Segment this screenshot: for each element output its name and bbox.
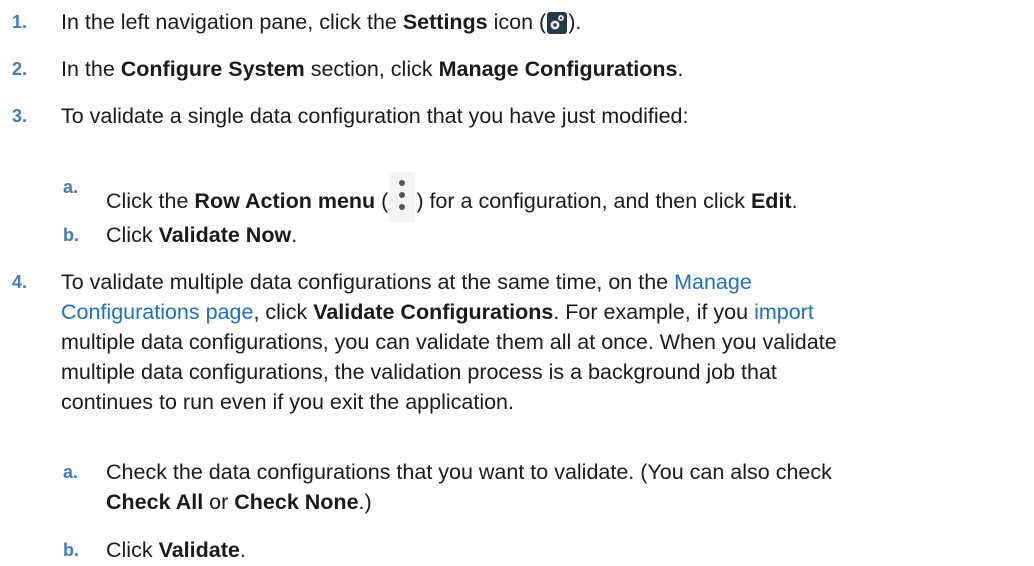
edit-label: Edit — [750, 189, 792, 213]
instructions-document: 1. In the left navigation pane, click th… — [0, 0, 1034, 566]
row-action-menu-label: Row Action menu — [194, 189, 376, 213]
manage-configurations-page-link[interactable]: Manage — [674, 270, 752, 294]
step-4-line-4: multiple data configurations, the valida… — [61, 360, 777, 384]
step-number: 1. — [12, 12, 28, 32]
step-4-line-3: multiple data configurations, you can va… — [61, 330, 837, 354]
validate-configurations-label: Validate Configurations — [313, 300, 554, 324]
step-number: 2. — [12, 59, 28, 79]
step-text: To validate a single data configuration … — [61, 104, 689, 128]
manage-configurations-label: Manage Configurations — [438, 57, 678, 81]
substep-text: Click Validate. — [106, 538, 246, 562]
substep-letter: a. — [63, 177, 79, 197]
validate-now-label: Validate Now — [158, 223, 292, 247]
import-link[interactable]: import — [754, 300, 814, 324]
substep-text: Click the Row Action menu () for a confi… — [106, 172, 1034, 222]
validate-label: Validate — [158, 538, 240, 562]
ellipsis-dot — [399, 204, 406, 210]
ellipsis-dot — [399, 180, 406, 186]
substep-letter: b. — [63, 540, 79, 560]
substep-letter: a. — [63, 462, 79, 482]
step-number: 3. — [12, 106, 28, 126]
step-text: In the Configure System section, click M… — [61, 57, 684, 81]
step-4-line-2: Configurations page, click Validate Conf… — [61, 300, 814, 324]
vertical-ellipsis-icon — [389, 172, 416, 222]
substep-text: Check the data configurations that you w… — [106, 460, 832, 514]
settings-gear-icon — [547, 12, 568, 34]
step-text: To validate multiple data configurations… — [61, 267, 1034, 417]
step-4-line-1: To validate multiple data configurations… — [61, 270, 752, 294]
step-number: 4. — [12, 272, 28, 292]
configure-system-label: Configure System — [120, 57, 305, 81]
settings-label: Settings — [402, 10, 488, 34]
step-4-line-5: continues to run even if you exit the ap… — [61, 390, 514, 414]
check-none-label: Check None — [234, 490, 359, 514]
step-text: In the left navigation pane, click the S… — [61, 10, 582, 34]
manage-configurations-page-link-cont[interactable]: Configurations page — [61, 300, 253, 324]
ellipsis-dot — [399, 192, 406, 198]
substep-text: Click Validate Now. — [106, 223, 298, 247]
check-all-label: Check All — [106, 490, 204, 514]
substep-letter: b. — [63, 225, 79, 245]
